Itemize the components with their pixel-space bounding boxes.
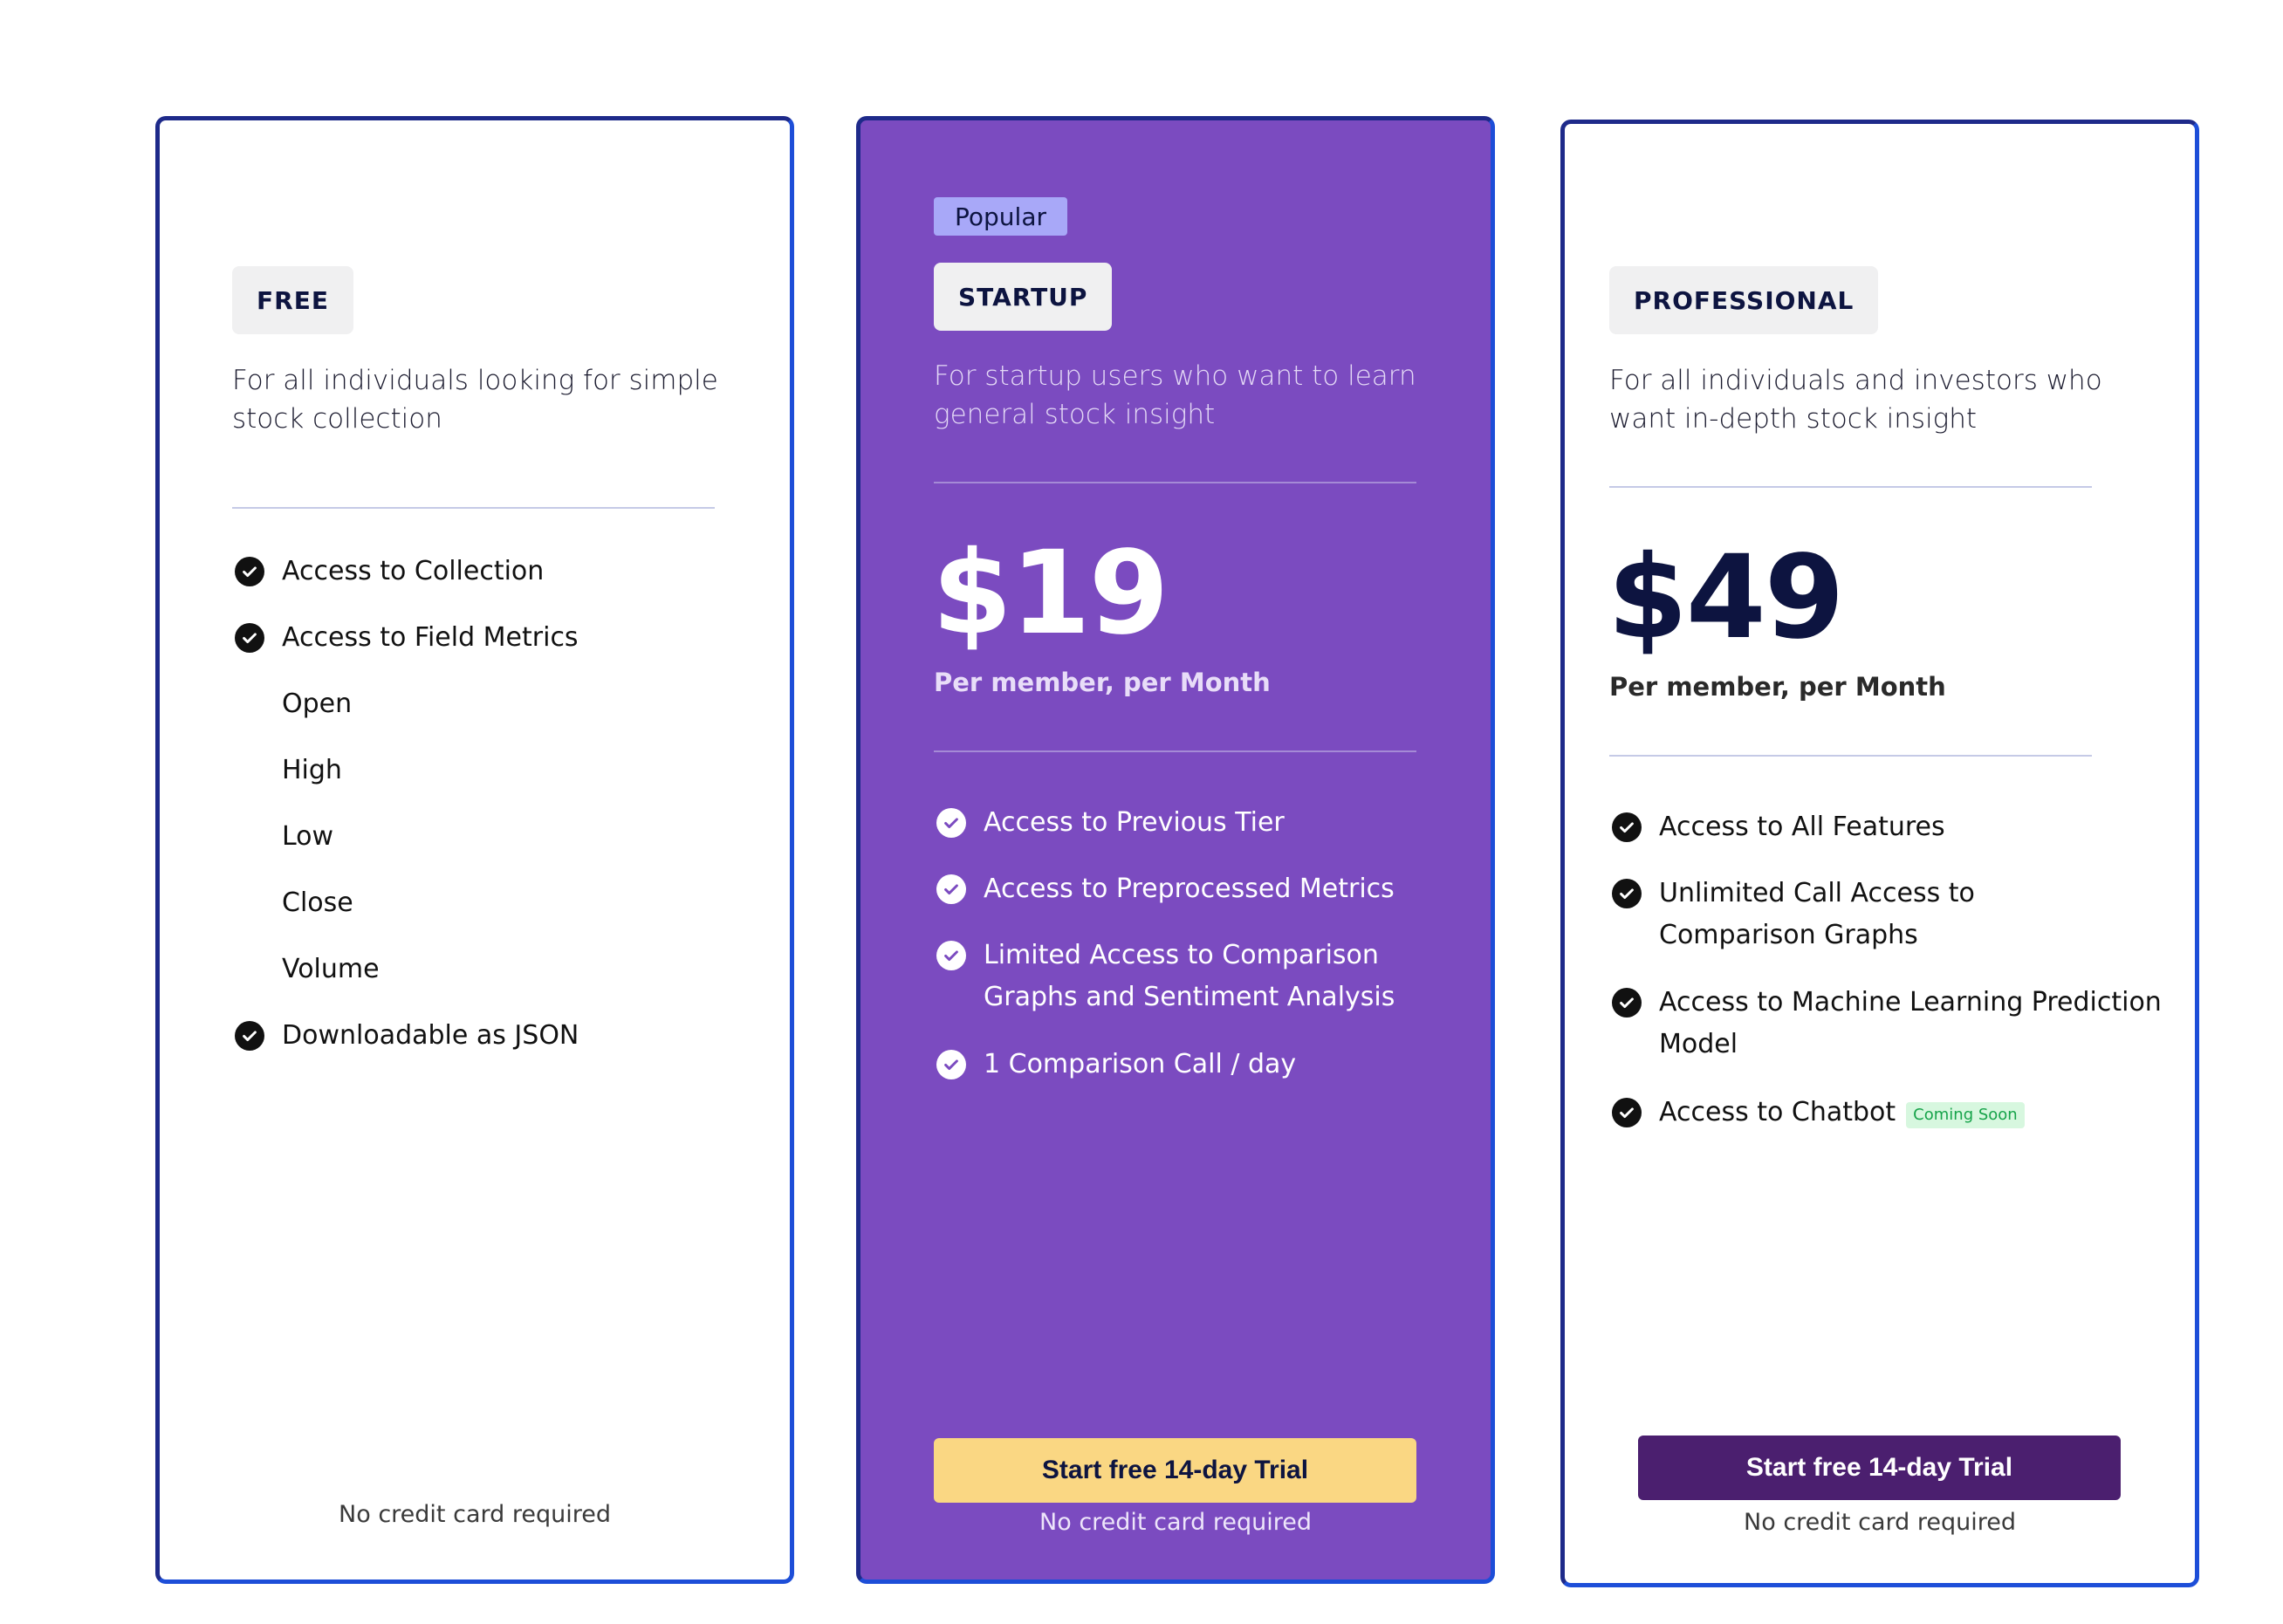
metric-item-close: Close [282,887,353,918]
plan-card-startup: Popular STARTUP For startup users who wa… [856,116,1495,1584]
check-circle-icon [936,1050,966,1079]
feature-item: Access to Previous Tier [936,802,1460,844]
feature-item: Access to Chatbot Coming Soon [1612,1092,2170,1134]
divider [1609,486,2092,488]
divider [1609,755,2092,757]
check-circle-icon [235,557,264,586]
check-circle-icon [1612,812,1642,842]
feature-item: Access to Machine Learning Prediction Mo… [1612,982,2170,1066]
tier-badge-free: FREE [232,266,353,334]
check-circle-icon [1612,1098,1642,1127]
check-circle-icon [235,1021,264,1051]
price-period-professional: Per member, per Month [1609,672,1946,702]
check-circle-icon [936,874,966,904]
tier-badge-startup: STARTUP [934,263,1113,331]
tier-badge-professional: PROFESSIONAL [1609,266,1879,334]
feature-item: Access to Collection [235,551,544,593]
feature-item: Unlimited Call Access to Comparison Grap… [1612,873,2031,956]
coming-soon-badge: Coming Soon [1906,1102,2025,1128]
no-credit-card-note: No credit card required [1744,1509,2016,1536]
divider [934,482,1416,483]
start-trial-button-startup[interactable]: Start free 14-day Trial [934,1438,1416,1503]
plan-card-professional: PROFESSIONAL For all individuals and inv… [1560,120,2199,1587]
feature-label: 1 Comparison Call / day [984,1049,1297,1079]
feature-label: Access to Chatbot [1659,1097,1896,1127]
feature-label: Access to Collection [282,556,545,586]
divider [232,507,715,509]
plan-description-professional: For all individuals and investors who wa… [1609,365,2102,435]
check-circle-icon [235,623,264,653]
check-circle-icon [936,808,966,838]
metric-item-low: Low [282,821,334,852]
feature-label: Downloadable as JSON [282,1020,579,1051]
price-period-startup: Per member, per Month [934,668,1271,697]
metric-item-volume: Volume [282,954,380,984]
feature-label: Access to All Features [1659,812,1945,842]
feature-label: Access to Field Metrics [282,622,579,653]
feature-label: Access to Machine Learning Prediction Mo… [1659,987,2162,1059]
no-credit-card-note: No credit card required [1039,1509,1312,1536]
feature-item: Limited Access to Comparison Graphs and … [936,935,1408,1018]
plan-description-free: For all individuals looking for simple s… [232,365,718,435]
check-circle-icon [1612,879,1642,908]
feature-label: Access to Previous Tier [984,807,1285,838]
metric-item-high: High [282,755,342,785]
metric-item-open: Open [282,689,353,719]
no-credit-card-note: No credit card required [339,1501,611,1528]
price-startup: $19 [932,526,1169,661]
plan-card-free: FREE For all individuals looking for sim… [155,116,794,1584]
feature-label: Access to Preprocessed Metrics [984,874,1395,904]
divider [934,750,1416,752]
feature-item: Downloadable as JSON [235,1015,579,1057]
start-trial-button-professional[interactable]: Start free 14-day Trial [1638,1436,2121,1500]
popular-badge: Popular [934,197,1067,236]
plan-description-startup: For startup users who want to learn gene… [934,360,1416,430]
check-circle-icon [936,941,966,970]
feature-label: Unlimited Call Access to Comparison Grap… [1659,878,1975,950]
check-circle-icon [1612,988,1642,1018]
price-professional: $49 [1608,531,1845,665]
feature-item: Access to Field Metrics [235,617,579,659]
feature-item: 1 Comparison Call / day [936,1044,1460,1086]
feature-item: Access to All Features [1612,806,2170,848]
feature-label: Limited Access to Comparison Graphs and … [984,940,1395,1012]
feature-item: Access to Preprocessed Metrics [936,868,1460,910]
